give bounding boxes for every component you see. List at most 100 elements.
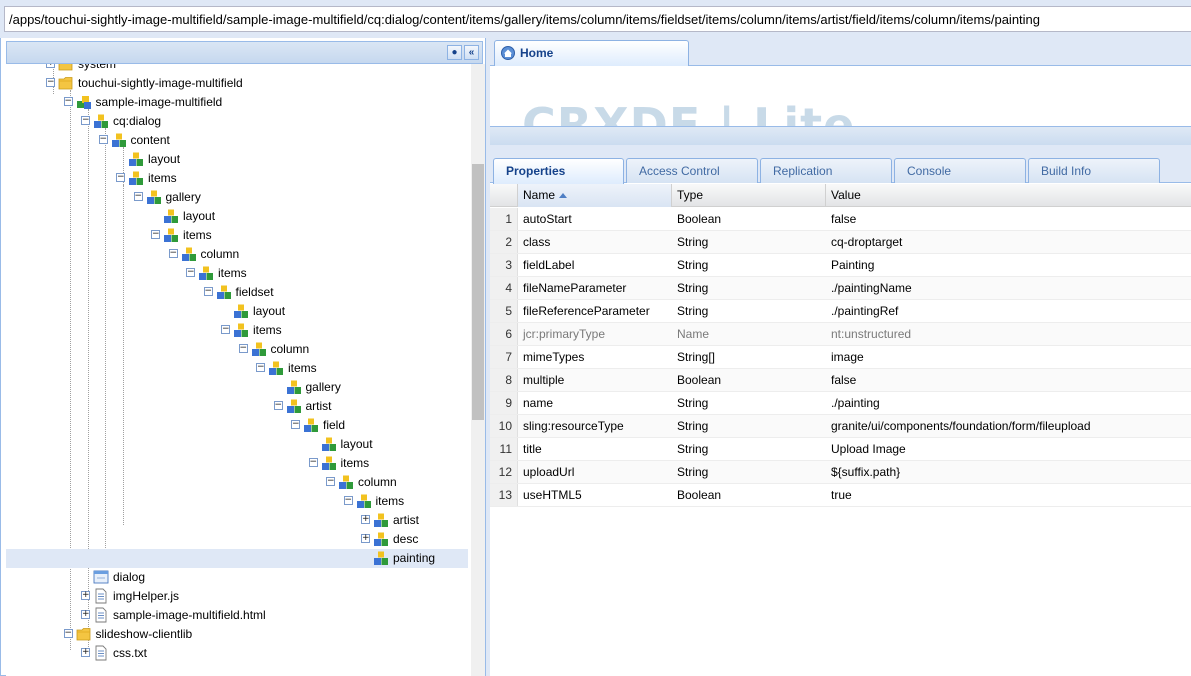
tree-node[interactable]: − fieldset — [203, 283, 467, 302]
table-row[interactable]: 5 fileReferenceParameter String ./paintingR… — [490, 300, 1191, 323]
table-row[interactable]: 10 sling:resourceType String granite/ui/com… — [490, 415, 1191, 438]
tab-home[interactable]: Home — [494, 40, 689, 66]
table-row[interactable]: 1 autoStart Boolean false — [490, 208, 1191, 231]
tree-node[interactable]: − field — [291, 416, 466, 435]
table-row[interactable]: 12 uploadUrl String ${suffix.path} — [490, 461, 1191, 484]
node-icon — [164, 209, 178, 223]
tree-node[interactable]: − touchui-sightly-image-multifield — [46, 74, 466, 93]
tree-node[interactable]: layout — [151, 207, 466, 226]
expand-icon[interactable]: + — [81, 610, 90, 619]
table-row[interactable]: 7 mimeTypes String[] image — [490, 346, 1191, 369]
collapse-left-icon[interactable]: « — [464, 45, 479, 60]
tree-node[interactable]: − items — [343, 492, 467, 511]
tree-node[interactable]: + desc — [361, 530, 466, 549]
tree-node[interactable]: layout — [221, 302, 466, 321]
tab-replication[interactable]: Replication — [760, 158, 892, 183]
tab-console[interactable]: Console — [894, 158, 1026, 183]
table-row[interactable]: 8 multiple Boolean false — [490, 369, 1191, 392]
property-value-cell: ./paintingRef — [831, 304, 899, 318]
column-header-type[interactable]: Type — [672, 184, 826, 207]
tree-scrollbar-thumb[interactable] — [472, 164, 484, 420]
tree-node[interactable]: layout — [309, 435, 467, 454]
table-row[interactable]: 9 name String ./painting — [490, 392, 1191, 415]
collapse-icon[interactable]: − — [221, 325, 230, 334]
collapse-icon[interactable]: − — [343, 496, 353, 505]
tree-node[interactable]: painting — [6, 549, 468, 568]
column-header-value[interactable]: Value — [826, 184, 1191, 207]
tree-node[interactable]: − cq:dialog — [81, 112, 466, 131]
collapse-icon[interactable]: − — [273, 401, 283, 410]
tree-node[interactable]: gallery — [274, 378, 467, 397]
collapse-icon[interactable]: − — [203, 287, 213, 296]
collapse-icon[interactable]: − — [98, 135, 108, 144]
collapse-icon[interactable]: − — [63, 97, 73, 106]
expand-icon[interactable]: + — [81, 591, 90, 600]
tree-node[interactable]: − sample-image-multifield — [63, 93, 467, 112]
row-number-cell: 7 — [490, 346, 518, 368]
tree-node[interactable]: − gallery — [133, 188, 467, 207]
tree-node[interactable]: layout — [116, 150, 466, 169]
collapse-icon[interactable]: − — [308, 458, 318, 467]
tree-node[interactable]: + artist — [361, 511, 466, 530]
expand-icon[interactable]: + — [361, 515, 370, 524]
tab-access-control[interactable]: Access Control — [626, 158, 758, 183]
table-row[interactable]: 3 fieldLabel String Painting — [490, 254, 1191, 277]
tree-node[interactable]: − items — [186, 264, 466, 283]
tree-node-label: layout — [253, 304, 286, 318]
property-name-cell: uploadUrl — [523, 465, 575, 479]
tree-node[interactable]: − artist — [273, 397, 467, 416]
tree-node[interactable]: − items — [151, 226, 466, 245]
collapse-icon[interactable]: − — [81, 116, 90, 125]
collapse-icon[interactable]: − — [326, 477, 335, 486]
property-type-cell: String — [677, 235, 709, 249]
tree-connector-line — [105, 128, 106, 568]
tree-node[interactable]: − items — [221, 321, 466, 340]
tree-node-label: sample-image-multifield — [95, 95, 223, 109]
node-icon — [129, 171, 143, 185]
table-row[interactable]: 13 useHTML5 Boolean true — [490, 484, 1191, 507]
expand-icon[interactable]: + — [81, 648, 90, 657]
binoculars-icon[interactable]: ● — [447, 45, 462, 60]
table-row[interactable]: 6 jcr:primaryType Name nt:unstructured — [490, 323, 1191, 346]
table-row[interactable]: 4 fileNameParameter String ./paintingName — [490, 277, 1191, 300]
properties-panel: Properties Access Control Replication Co… — [490, 126, 1191, 676]
collapse-icon[interactable]: − — [238, 344, 248, 353]
tree-node[interactable]: − column — [326, 473, 466, 492]
expand-icon[interactable]: + — [46, 64, 55, 68]
node-icon — [94, 114, 108, 128]
tab-properties[interactable]: Properties — [493, 158, 624, 184]
expand-icon[interactable]: + — [361, 534, 370, 543]
collapse-icon[interactable]: − — [291, 420, 300, 429]
collapse-icon[interactable]: − — [256, 363, 265, 372]
collapse-icon[interactable]: − — [186, 268, 195, 277]
collapse-icon[interactable]: − — [168, 249, 178, 258]
row-number-cell: 12 — [490, 461, 518, 483]
tab-build-info-label: Build Info — [1041, 164, 1092, 178]
tree-node[interactable]: − column — [238, 340, 467, 359]
component-node-icon — [76, 96, 91, 109]
tree-scrollbar[interactable] — [471, 64, 485, 676]
path-input[interactable]: /apps/touchui-sightly-image-multifield/s… — [4, 6, 1191, 32]
property-name-cell: fileNameParameter — [523, 281, 627, 295]
collapse-icon[interactable]: − — [46, 78, 55, 87]
tree-node[interactable]: − column — [168, 245, 467, 264]
tree-node[interactable]: − items — [308, 454, 467, 473]
collapse-icon[interactable]: − — [151, 230, 160, 239]
collapse-icon[interactable]: − — [133, 192, 143, 201]
tree-node[interactable]: + sample-image-multifield.html — [81, 606, 466, 625]
column-header-name[interactable]: Name — [518, 184, 672, 207]
tree-node[interactable]: − slideshow-clientlib — [63, 625, 467, 644]
collapse-icon[interactable]: − — [116, 173, 125, 182]
tree-node[interactable]: − items — [116, 169, 466, 188]
tree-node[interactable]: + css.txt — [81, 644, 466, 663]
tree-node[interactable]: dialog — [81, 568, 466, 587]
column-header-value-label: Value — [831, 188, 861, 202]
tab-build-info[interactable]: Build Info — [1028, 158, 1160, 183]
tree-node[interactable]: + imgHelper.js — [81, 587, 466, 606]
tree-node[interactable]: + system — [46, 64, 466, 74]
collapse-icon[interactable]: − — [63, 629, 73, 638]
tree-node[interactable]: − items — [256, 359, 466, 378]
tree-node[interactable]: − content — [98, 131, 467, 150]
table-row[interactable]: 11 title String Upload Image — [490, 438, 1191, 461]
table-row[interactable]: 2 class String cq-droptarget — [490, 231, 1191, 254]
